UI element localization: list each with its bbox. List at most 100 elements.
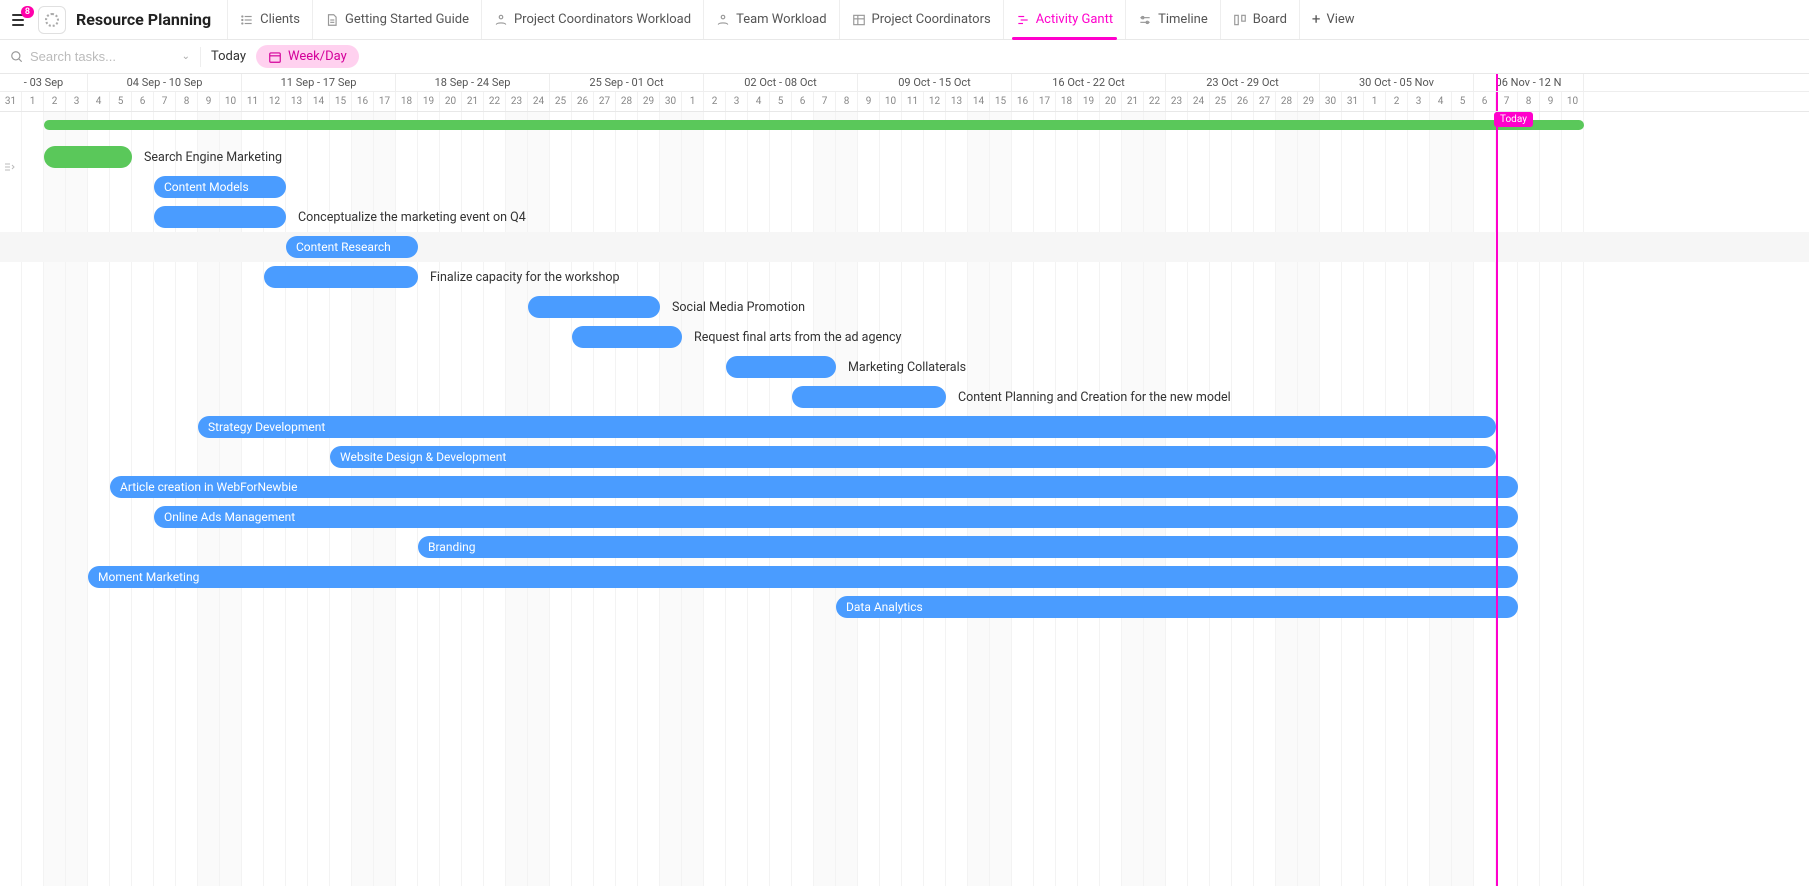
gantt-bar[interactable]: Content Planning and Creation for the ne… (792, 386, 946, 408)
gantt-bar[interactable]: Social Media Promotion (528, 296, 660, 318)
gantt-row: Social Media Promotion (0, 292, 1809, 322)
week-header: 16 Oct - 22 Oct (1012, 74, 1166, 91)
day-header: 1 (22, 92, 44, 111)
timeline-area: - 03 Sep04 Sep - 10 Sep11 Sep - 17 Sep18… (0, 74, 1809, 886)
view-tab-clients[interactable]: Clients (227, 0, 312, 39)
gantt-bar[interactable]: Moment Marketing (88, 566, 1518, 588)
gantt-bar[interactable]: Marketing Collaterals (726, 356, 836, 378)
day-header: 18 (1056, 92, 1078, 111)
gantt-row: Content Research (0, 232, 1809, 262)
day-header: 8 (176, 92, 198, 111)
week-header: 18 Sep - 24 Sep (396, 74, 550, 91)
gantt-row: Search Engine Marketing (0, 142, 1809, 172)
space-icon[interactable] (38, 6, 66, 34)
search-input[interactable] (30, 49, 170, 64)
day-header: 16 (352, 92, 374, 111)
view-tab-getting-started-guide[interactable]: Getting Started Guide (312, 0, 481, 39)
gantt-row: Marketing Collaterals (0, 352, 1809, 382)
day-header: 25 (550, 92, 572, 111)
gantt-bar[interactable]: Branding (418, 536, 1518, 558)
toolbar: ⌄ Today Week/Day (0, 40, 1809, 74)
expand-sidebar-button[interactable] (0, 152, 18, 182)
gantt-summary-row (0, 120, 1809, 134)
view-tab-label: Project Coordinators (872, 12, 991, 27)
search-dropdown-icon[interactable]: ⌄ (182, 51, 190, 62)
day-header: 8 (1518, 92, 1540, 111)
search-icon (10, 50, 24, 64)
day-header: 12 (264, 92, 286, 111)
gantt-bar[interactable]: Strategy Development (198, 416, 1496, 438)
day-header: 16 (1012, 92, 1034, 111)
day-header: 3 (66, 92, 88, 111)
menu-button[interactable]: 8 (8, 10, 28, 30)
gantt-bar[interactable]: Search Engine Marketing (44, 146, 132, 168)
view-tab-activity-gantt[interactable]: Activity Gantt (1003, 0, 1125, 39)
gantt-bar[interactable]: Content Research (286, 236, 418, 258)
gantt-summary-bar[interactable] (44, 120, 1584, 130)
gantt-body[interactable]: Search Engine Marketing Content Models Con… (0, 112, 1809, 886)
day-header: 26 (572, 92, 594, 111)
scale-label: Week/Day (288, 49, 347, 64)
day-header: 4 (88, 92, 110, 111)
week-header-row: - 03 Sep04 Sep - 10 Sep11 Sep - 17 Sep18… (0, 74, 1809, 92)
day-header: 9 (198, 92, 220, 111)
day-header: 21 (1122, 92, 1144, 111)
day-header: 2 (44, 92, 66, 111)
today-button[interactable]: Today (211, 49, 246, 64)
day-header: 3 (726, 92, 748, 111)
day-header: 7 (154, 92, 176, 111)
day-header: 22 (1144, 92, 1166, 111)
add-view-button[interactable]: +View (1299, 0, 1367, 39)
day-header: 19 (418, 92, 440, 111)
gantt-row: Strategy Development (0, 412, 1809, 442)
day-header: 14 (308, 92, 330, 111)
gantt-row: Content Models (0, 172, 1809, 202)
gantt-bar[interactable]: Finalize capacity for the workshop (264, 266, 418, 288)
day-header: 9 (858, 92, 880, 111)
day-header: 2 (1386, 92, 1408, 111)
day-header: 14 (968, 92, 990, 111)
gantt-bar[interactable]: Content Models (154, 176, 286, 198)
gantt-row: Online Ads Management (0, 502, 1809, 532)
gantt-bar-label: Search Engine Marketing (144, 150, 282, 165)
view-tab-label: Project Coordinators Workload (514, 12, 691, 27)
day-header: 2 (704, 92, 726, 111)
day-header: 4 (748, 92, 770, 111)
week-header: - 03 Sep (0, 74, 88, 91)
view-tab-team-workload[interactable]: Team Workload (703, 0, 838, 39)
day-header: 30 (660, 92, 682, 111)
day-header: 17 (1034, 92, 1056, 111)
gantt-bar[interactable]: Request final arts from the ad agency (572, 326, 682, 348)
view-tab-project-coordinators-workload[interactable]: Project Coordinators Workload (481, 0, 703, 39)
gantt-bar[interactable]: Data Analytics (836, 596, 1518, 618)
day-header: 26 (1232, 92, 1254, 111)
day-header: 27 (594, 92, 616, 111)
day-header: 11 (242, 92, 264, 111)
day-header: 5 (770, 92, 792, 111)
view-tab-timeline[interactable]: Timeline (1125, 0, 1220, 39)
gantt-bar[interactable]: Online Ads Management (154, 506, 1518, 528)
day-header: 25 (1210, 92, 1232, 111)
week-header: 30 Oct - 05 Nov (1320, 74, 1474, 91)
gantt-bar[interactable]: Website Design & Development (330, 446, 1496, 468)
day-header: 4 (1430, 92, 1452, 111)
day-header: 24 (528, 92, 550, 111)
view-tab-board[interactable]: Board (1220, 0, 1299, 39)
gantt-row: Content Planning and Creation for the ne… (0, 382, 1809, 412)
day-header: 27 (1254, 92, 1276, 111)
view-tab-project-coordinators[interactable]: Project Coordinators (839, 0, 1003, 39)
week-header: 11 Sep - 17 Sep (242, 74, 396, 91)
gantt-bar[interactable]: Conceptualize the marketing event on Q4 (154, 206, 286, 228)
gantt-row: Branding (0, 532, 1809, 562)
view-tab-label: Activity Gantt (1036, 12, 1113, 27)
week-header: 02 Oct - 08 Oct (704, 74, 858, 91)
day-header: 13 (286, 92, 308, 111)
day-header: 20 (440, 92, 462, 111)
gantt-bar[interactable]: Article creation in WebForNewbie (110, 476, 1518, 498)
gantt-bar-label: Marketing Collaterals (848, 360, 966, 375)
day-header: 28 (1276, 92, 1298, 111)
gantt-bar-label: Conceptualize the marketing event on Q4 (298, 210, 526, 225)
gantt-row: Data Analytics (0, 592, 1809, 622)
scale-selector[interactable]: Week/Day (256, 45, 359, 68)
add-view-label: View (1326, 12, 1354, 27)
